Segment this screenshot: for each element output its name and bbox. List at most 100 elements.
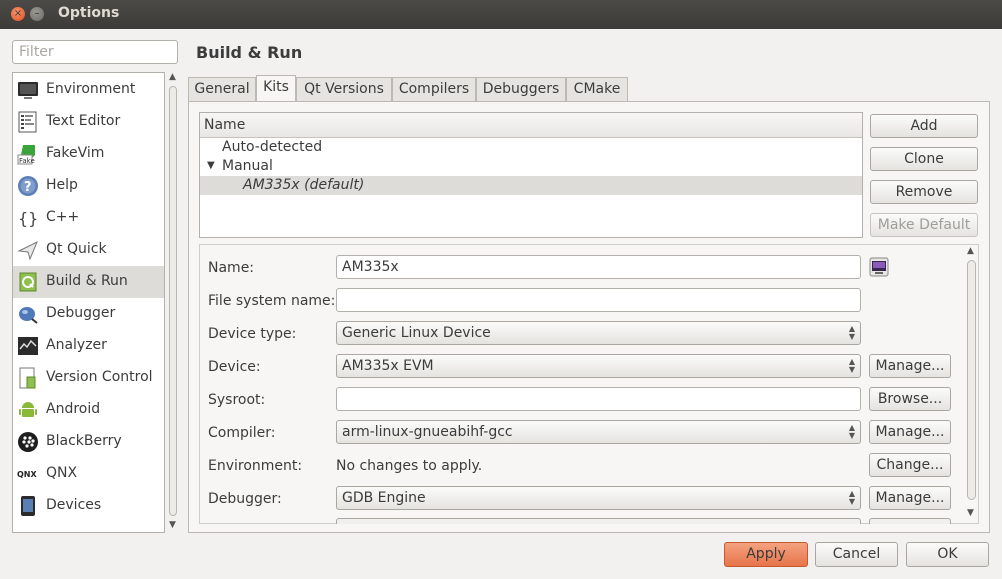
svg-text:?: ?	[24, 180, 32, 195]
build-run-icon	[19, 272, 37, 292]
combo-arrows-icon: ▲ ▼	[848, 423, 855, 440]
window-title: Options	[58, 5, 120, 21]
category-scrollbar[interactable]: ▲ ▼	[166, 72, 180, 533]
environment-change-button[interactable]: Change...	[869, 453, 951, 477]
tab-compilers[interactable]: Compilers	[392, 77, 476, 101]
fakevim-icon: Fake	[17, 145, 35, 165]
scroll-up-icon[interactable]: ▲	[967, 246, 974, 256]
combo-arrows-icon: ▲ ▼	[848, 357, 855, 374]
debugger-manage-button[interactable]: Manage...	[869, 486, 951, 510]
scroll-down-icon[interactable]: ▼	[169, 520, 176, 530]
scroll-up-icon[interactable]: ▲	[169, 72, 176, 82]
name-input[interactable]: AM335x	[336, 255, 861, 279]
category-item-qt-quick[interactable]: Qt Quick	[13, 234, 164, 266]
tree-item-label: AM335x (default)	[243, 177, 365, 193]
category-list: Environment Text Editor Fake FakeVim ? H…	[12, 72, 165, 533]
make-default-button[interactable]: Make Default	[870, 213, 978, 237]
expand-arrow-icon[interactable]: ▼	[207, 160, 215, 171]
category-label: Android	[46, 401, 101, 417]
tab-qt-versions[interactable]: Qt Versions	[296, 77, 392, 101]
compiler-select[interactable]: arm-linux-gnueabihf-gcc ▲ ▼	[336, 420, 861, 444]
remove-button[interactable]: Remove	[870, 180, 978, 204]
debugger-select[interactable]: GDB Engine ▲ ▼	[336, 486, 861, 510]
category-item-help[interactable]: ? Help	[13, 170, 164, 202]
qt-quick-icon	[17, 240, 38, 261]
sysroot-input[interactable]	[336, 387, 861, 411]
debugger-bug-icon	[19, 307, 38, 324]
close-icon: ×	[13, 8, 23, 19]
minimize-icon: –	[34, 8, 40, 19]
kit-tree[interactable]: Name Auto-detected ▼ Manual AM335x (defa…	[199, 112, 863, 238]
category-label: BlackBerry	[46, 433, 122, 449]
blackberry-icon	[18, 432, 38, 452]
title-bar: × – Options	[0, 0, 1002, 29]
device-icon-button[interactable]	[869, 257, 889, 277]
minimize-window-button[interactable]: –	[30, 7, 44, 21]
device-type-label: Device type:	[208, 326, 297, 342]
kit-settings-form	[199, 244, 979, 524]
category-item-qnx[interactable]: QNX QNX	[13, 458, 164, 490]
tree-item-manual[interactable]: ▼ Manual	[200, 157, 862, 176]
analyzer-icon	[18, 337, 38, 355]
category-item-blackberry[interactable]: BlackBerry	[13, 426, 164, 458]
category-item-fakevim[interactable]: Fake FakeVim	[13, 138, 164, 170]
category-label: Qt Quick	[46, 241, 107, 257]
page-title: Build & Run	[196, 43, 303, 62]
apply-button[interactable]: Apply	[724, 542, 808, 567]
category-label: C++	[46, 209, 80, 225]
device-manage-button[interactable]: Manage...	[869, 354, 951, 378]
debugger-value: GDB Engine	[342, 490, 426, 506]
category-item-version-control[interactable]: Version Control	[13, 362, 164, 394]
debugger-label: Debugger:	[208, 491, 282, 507]
filter-input[interactable]	[12, 40, 178, 64]
next-row-partial-combo[interactable]	[336, 518, 861, 524]
cancel-button[interactable]: Cancel	[815, 542, 898, 567]
compiler-value: arm-linux-gnueabihf-gcc	[342, 424, 513, 440]
environment-value: No changes to apply.	[336, 458, 483, 474]
device-type-select[interactable]: Generic Linux Device ▲ ▼	[336, 321, 861, 345]
category-item-partial[interactable]	[13, 522, 164, 532]
file-system-name-label: File system name:	[208, 293, 336, 309]
close-window-button[interactable]: ×	[11, 7, 25, 21]
tree-item-auto-detected[interactable]: Auto-detected	[200, 138, 862, 157]
category-label: Devices	[46, 497, 102, 513]
category-item-devices[interactable]: Devices	[13, 490, 164, 522]
form-scrollbar[interactable]: ▲ ▼	[965, 246, 979, 522]
tree-item-am335x[interactable]: AM335x (default)	[200, 176, 862, 195]
file-system-name-input[interactable]	[336, 288, 861, 312]
scrollbar-handle[interactable]	[169, 86, 177, 516]
device-value: AM335x EVM	[342, 358, 434, 374]
scroll-down-icon[interactable]: ▼	[967, 508, 974, 518]
qnx-icon: QNX	[17, 470, 37, 479]
next-row-partial-button[interactable]	[869, 518, 951, 524]
device-label: Device:	[208, 359, 261, 375]
compiler-manage-button[interactable]: Manage...	[869, 420, 951, 444]
category-item-text-editor[interactable]: Text Editor	[13, 106, 164, 138]
tab-debuggers[interactable]: Debuggers	[476, 77, 566, 101]
add-button[interactable]: Add	[870, 114, 978, 138]
category-label: Debugger	[46, 305, 116, 321]
tab-kits[interactable]: Kits	[256, 75, 296, 102]
category-item-analyzer[interactable]: Analyzer	[13, 330, 164, 362]
svg-text:QNX: QNX	[17, 470, 37, 479]
category-item-environment[interactable]: Environment	[13, 74, 164, 106]
category-item-cpp[interactable]: {} C++	[13, 202, 164, 234]
ok-button[interactable]: OK	[906, 542, 989, 567]
category-label: QNX	[46, 465, 78, 481]
scrollbar-handle[interactable]	[967, 260, 976, 500]
android-icon	[19, 402, 37, 417]
category-label: Build & Run	[46, 273, 128, 289]
tab-cmake[interactable]: CMake	[566, 77, 628, 101]
device-select[interactable]: AM335x EVM ▲ ▼	[336, 354, 861, 378]
tab-general[interactable]: General	[188, 77, 256, 101]
text-editor-icon	[18, 111, 37, 133]
sysroot-browse-button[interactable]: Browse...	[869, 387, 951, 411]
clone-button[interactable]: Clone	[870, 147, 978, 171]
category-item-debugger[interactable]: Debugger	[13, 298, 164, 330]
name-label: Name:	[208, 260, 255, 276]
version-control-icon	[19, 367, 36, 389]
category-item-build-run[interactable]: Build & Run	[13, 266, 164, 298]
category-item-android[interactable]: Android	[13, 394, 164, 426]
kit-tree-header[interactable]: Name	[200, 113, 862, 138]
name-column-header: Name	[204, 117, 246, 133]
